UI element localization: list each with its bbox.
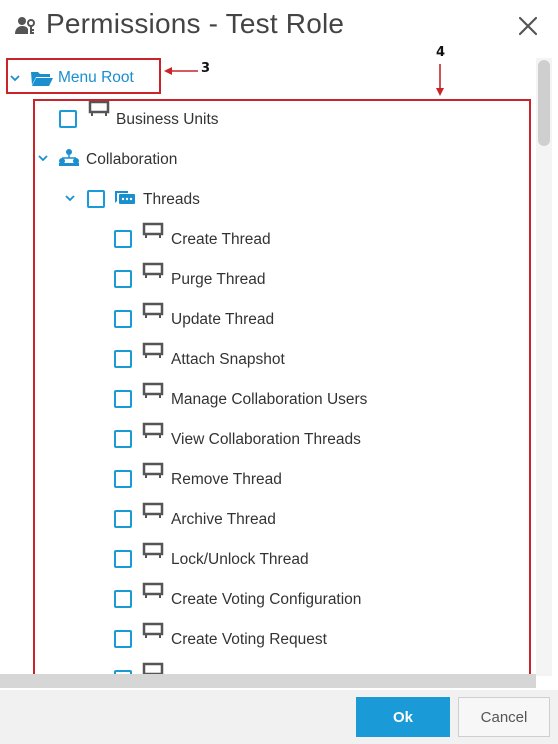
close-icon[interactable]: [514, 12, 542, 40]
annotation-arrow-4: [436, 64, 444, 96]
cancel-button[interactable]: Cancel: [458, 697, 550, 737]
annotation-number-4: 4: [436, 45, 446, 60]
annotation-box-4: [33, 99, 531, 676]
annotation-box-3: [6, 58, 161, 94]
annotation-number-3: 3: [201, 61, 211, 76]
role-key-icon: [15, 17, 35, 34]
permissions-tree: Menu Root Business Units Collaboration T…: [0, 58, 536, 676]
dialog-title: Permissions - Test Role: [46, 8, 345, 39]
scrollbar-thumb[interactable]: [538, 60, 550, 146]
ok-button[interactable]: Ok: [356, 697, 450, 737]
vertical-scrollbar[interactable]: [536, 58, 552, 676]
annotation-arrow-3: [164, 67, 198, 75]
horizontal-scrollbar[interactable]: [0, 674, 536, 688]
dialog-header: Permissions - Test Role: [0, 0, 558, 56]
